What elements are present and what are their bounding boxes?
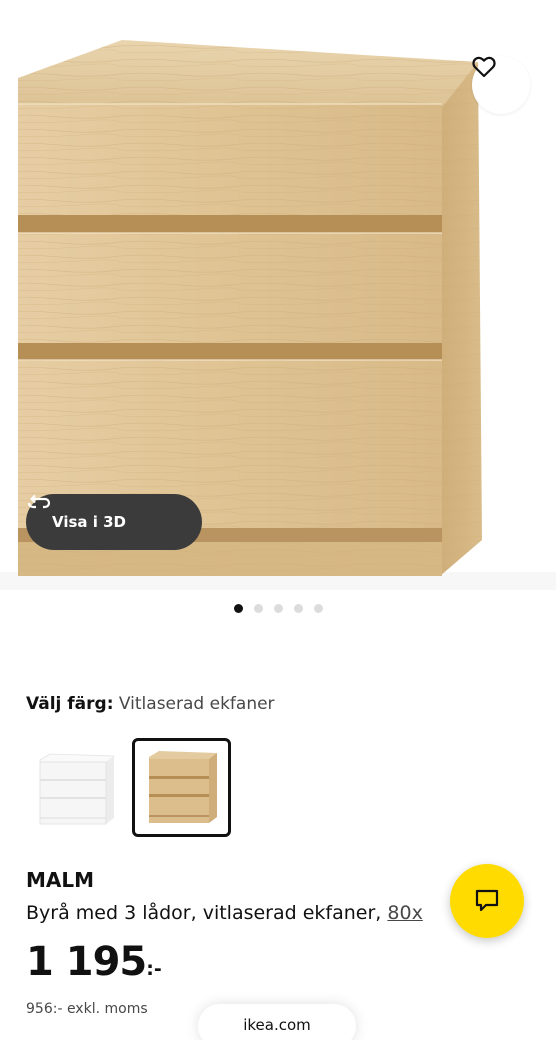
chat-button[interactable]: [450, 864, 524, 938]
view-in-3d-button[interactable]: Visa i 3D: [26, 494, 202, 550]
product-image[interactable]: Visa i 3D: [0, 0, 556, 590]
color-swatch-oak-selected[interactable]: [132, 738, 231, 837]
carousel-dot-4[interactable]: [293, 604, 303, 613]
heart-icon: [472, 56, 496, 78]
url-text: ikea.com: [243, 1016, 311, 1034]
color-label: Välj färg:: [26, 694, 114, 714]
product-price: 1 195:-: [26, 942, 162, 982]
price-suffix: :-: [146, 958, 162, 980]
white-dresser-thumbnail: [39, 753, 115, 825]
product-size-link[interactable]: 80x: [387, 902, 422, 924]
carousel-pagination: [0, 604, 556, 613]
product-description: Byrå med 3 lådor, vitlaserad ekfaner, 80…: [26, 902, 456, 924]
color-swatch-white[interactable]: [26, 738, 125, 837]
favorite-button[interactable]: [472, 56, 530, 114]
chat-bubble-icon: [475, 889, 499, 912]
price-amount: 1 195: [26, 939, 147, 985]
carousel-dot-3[interactable]: [273, 604, 283, 613]
selected-color-value: Vitlaserad ekfaner: [118, 694, 275, 714]
carousel-dot-5[interactable]: [313, 604, 323, 613]
carousel-dot-2[interactable]: [253, 604, 263, 613]
product-description-text: Byrå med 3 lådor, vitlaserad ekfaner,: [26, 902, 388, 924]
view-in-3d-label: Visa i 3D: [52, 513, 127, 531]
carousel-dot-1[interactable]: [233, 604, 243, 613]
price-excluding-vat: 956:- exkl. moms: [26, 1001, 148, 1017]
rotate-3d-icon: [27, 494, 51, 509]
oak-dresser-thumbnail: [149, 751, 217, 823]
product-name: MALM: [26, 868, 95, 892]
color-selection-label: Välj färg: Vitlaserad ekfaner: [26, 694, 275, 714]
browser-url-bar[interactable]: ikea.com: [198, 1004, 356, 1040]
